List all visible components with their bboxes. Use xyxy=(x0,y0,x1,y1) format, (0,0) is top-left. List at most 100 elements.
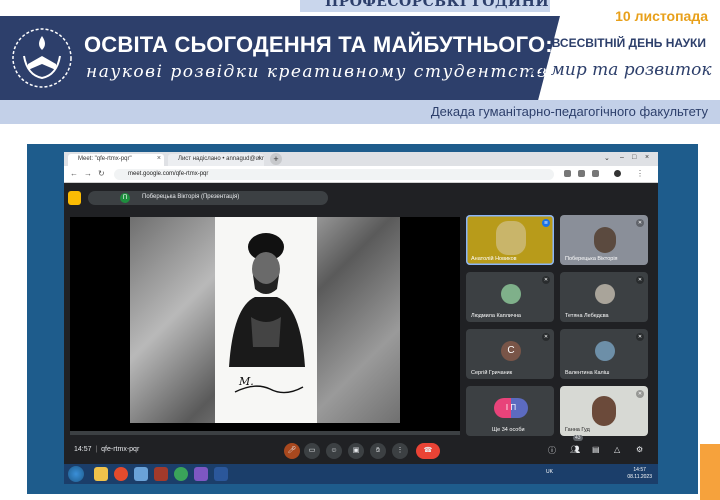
word-icon[interactable] xyxy=(214,467,228,481)
mic-button[interactable]: 🎤︎ xyxy=(284,443,300,459)
participant-count-badge: 43 xyxy=(573,435,583,441)
svg-text:М.: М. xyxy=(238,375,254,388)
close-icon[interactable]: × xyxy=(257,155,261,162)
browser-tab-mail[interactable]: Лист надіслано • annagud@ukr × xyxy=(168,154,264,166)
participant-tile[interactable]: ✕ Валентина Каліш xyxy=(560,329,648,379)
maximize-icon[interactable]: □ xyxy=(632,154,636,161)
chrome-icon[interactable] xyxy=(174,467,188,481)
banner-kicker: ПРОФЕСОРСЬКІ ГОДИНИ xyxy=(325,0,550,10)
chevron-down-icon[interactable]: ⌄ xyxy=(604,154,610,162)
participant-tile[interactable]: ✕ Тетяна Лебедєва xyxy=(560,272,648,322)
mic-off-icon: ✕ xyxy=(542,333,550,341)
url-input[interactable]: meet.google.com/qfe-rtmx-pqr xyxy=(114,169,554,180)
participant-name: Валентина Каліш xyxy=(565,370,610,376)
info-icon[interactable]: ⓘ xyxy=(548,445,556,456)
browser-tab-bar: Meet: "qfe-rtmx-pqr" × Лист надіслано • … xyxy=(64,152,658,166)
avatar xyxy=(595,284,615,304)
close-window-icon[interactable]: × xyxy=(645,154,649,161)
participant-tile[interactable]: ✕ Людмила Каплична xyxy=(466,272,554,322)
viber-icon[interactable] xyxy=(194,467,208,481)
speaking-icon: ≋ xyxy=(542,219,550,227)
avatar xyxy=(595,341,615,361)
orange-accent xyxy=(700,444,720,500)
chrome-icon[interactable] xyxy=(114,467,128,481)
participant-name: Тетяна Лебедєва xyxy=(565,313,609,319)
extension-icon[interactable] xyxy=(564,170,571,177)
presentation-icon xyxy=(68,191,81,205)
banner-right-block: 10 листопада ВСЕСВІТНІЙ ДЕНЬ НАУКИ за ми… xyxy=(526,0,720,100)
participant-video xyxy=(594,227,616,253)
meet-call-area: П Поберецька Вікторія (Презентація) М. ≋… xyxy=(64,183,658,464)
language-indicator[interactable]: UK xyxy=(546,469,553,475)
portrait-image: М. xyxy=(215,217,317,423)
university-logo-icon xyxy=(12,28,72,88)
participant-video xyxy=(592,396,616,426)
mic-off-icon: ✕ xyxy=(542,276,550,284)
minimize-icon[interactable]: – xyxy=(620,154,624,161)
forward-icon[interactable]: → xyxy=(84,169,92,178)
end-call-button[interactable]: ☎︎ xyxy=(416,443,440,459)
raise-hand-button[interactable]: ✋︎ xyxy=(370,443,386,459)
avatar: П xyxy=(120,193,130,203)
profile-avatar[interactable] xyxy=(614,170,621,177)
decade-text: Декада гуманітарно-педагогічного факульт… xyxy=(430,104,708,119)
more-participants-tile[interactable]: І П Ще 34 особи xyxy=(466,386,554,436)
avatar: С xyxy=(501,341,521,361)
chat-icon[interactable]: ▤ xyxy=(592,445,600,454)
mic-off-icon: ✕ xyxy=(636,276,644,284)
new-tab-button[interactable]: + xyxy=(270,153,282,165)
participant-tile[interactable]: ≋ Анатолій Новиков xyxy=(466,215,554,265)
extension-icon[interactable] xyxy=(578,170,585,177)
system-clock[interactable]: 14:57 08.11.2023 xyxy=(627,467,652,481)
meeting-info: 14:57 | qfe-rtmx-pqr xyxy=(74,446,140,453)
participant-video xyxy=(496,221,526,255)
camera-button[interactable]: ▭ xyxy=(304,443,320,459)
app-icon[interactable] xyxy=(154,467,168,481)
avatar xyxy=(501,284,521,304)
participant-name: Анатолій Новиков xyxy=(471,256,517,262)
presentation-banner[interactable]: П Поберецька Вікторія (Презентація) xyxy=(88,191,328,205)
start-button[interactable] xyxy=(68,466,84,482)
people-icon[interactable]: 👥︎ xyxy=(570,445,580,454)
progress-bar xyxy=(70,431,460,435)
activities-icon[interactable]: △ xyxy=(614,445,620,454)
clock-date: 08.11.2023 xyxy=(627,474,652,480)
participant-name: Людмила Каплична xyxy=(471,313,521,319)
browser-tab-meet[interactable]: Meet: "qfe-rtmx-pqr" × xyxy=(68,154,164,166)
back-icon[interactable]: ← xyxy=(70,169,78,178)
participant-tile[interactable]: ✕ Ганна Гуд xyxy=(560,386,648,436)
windows-taskbar: UK 14:57 08.11.2023 xyxy=(64,464,658,484)
meeting-time: 14:57 xyxy=(74,446,92,453)
host-controls-icon[interactable]: ⚙ xyxy=(636,445,643,454)
participant-name: Ганна Гуд xyxy=(565,427,590,433)
file-explorer-icon[interactable] xyxy=(94,467,108,481)
save-icon[interactable] xyxy=(134,467,148,481)
kebab-menu-icon[interactable]: ⋮ xyxy=(636,169,644,178)
banner: ПРОФЕСОРСЬКІ ГОДИНИ ОСВІТА СЬОГОДЕННЯ ТА… xyxy=(0,0,720,102)
banner-subtitle: наукові розвідки креативному студентству xyxy=(86,62,560,82)
participant-tile[interactable]: С ✕ Сергій Гричаник xyxy=(466,329,554,379)
address-bar: ← → ↻ meet.google.com/qfe-rtmx-pqr ⋮ xyxy=(64,166,658,183)
clock-time: 14:57 xyxy=(633,467,646,473)
participant-name: Ще 34 особи xyxy=(492,427,525,433)
mic-off-icon: ✕ xyxy=(636,219,644,227)
meet-controls: 14:57 | qfe-rtmx-pqr 🎤︎ ▭ ☺ ▣ ✋︎ ⋮ ☎︎ ⓘ … xyxy=(64,435,658,464)
banner-title: ОСВІТА СЬОГОДЕННЯ ТА МАЙБУТНЬОГО: xyxy=(84,32,553,57)
participant-name: Сергій Гричаник xyxy=(471,370,513,376)
presenter-label: Поберецька Вікторія (Презентація) xyxy=(142,194,240,200)
event-date: 10 листопада xyxy=(615,8,708,24)
present-button[interactable]: ▣ xyxy=(348,443,364,459)
tab-label: Meet: "qfe-rtmx-pqr" xyxy=(78,156,132,162)
more-options-button[interactable]: ⋮ xyxy=(392,443,408,459)
shared-screen: М. xyxy=(70,217,460,435)
browser-window: Meet: "qfe-rtmx-pqr" × Лист надіслано • … xyxy=(64,152,658,464)
banner-blue-panel xyxy=(0,16,560,102)
meeting-code: qfe-rtmx-pqr xyxy=(101,446,140,453)
reload-icon[interactable]: ↻ xyxy=(98,169,105,178)
participant-tile[interactable]: ✕ Поберецька Вікторія xyxy=(560,215,648,265)
emoji-button[interactable]: ☺ xyxy=(326,443,342,459)
event-name: ВСЕСВІТНІЙ ДЕНЬ НАУКИ xyxy=(551,36,706,50)
event-motto: за мир та розвиток xyxy=(526,60,712,80)
extension-icon[interactable] xyxy=(592,170,599,177)
close-icon[interactable]: × xyxy=(157,155,161,162)
